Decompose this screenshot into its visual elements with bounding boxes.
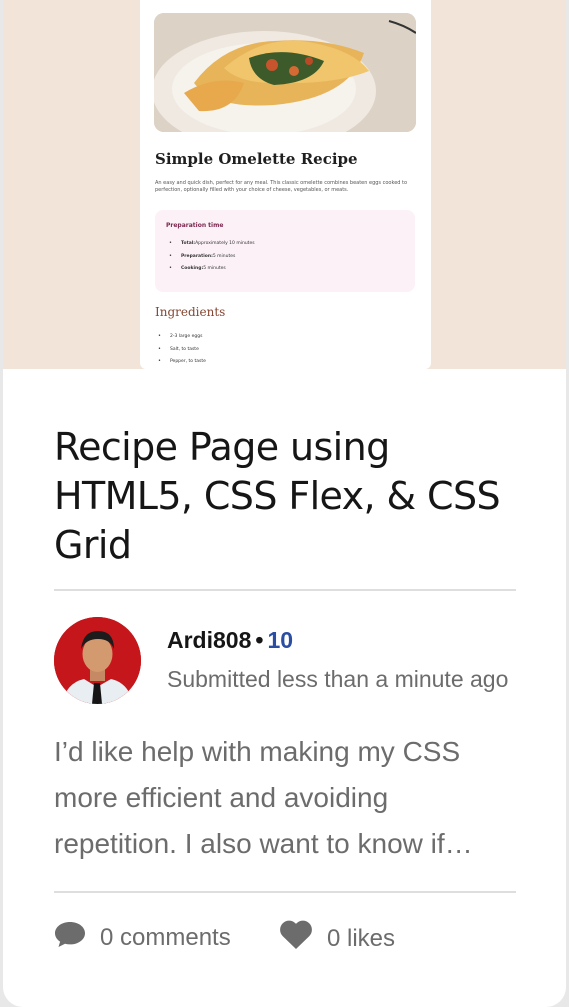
- author-name[interactable]: Ardi808: [167, 627, 251, 653]
- list-item: 2-3 large eggs: [155, 333, 206, 347]
- author-line: Ardi808 • 10: [167, 627, 293, 654]
- comment-icon: [54, 920, 100, 955]
- solution-thumbnail[interactable]: Simple Omelette Recipe An easy and quick…: [3, 0, 566, 369]
- solution-description: I’d like help with making my CSS more ef…: [54, 736, 461, 859]
- divider: [54, 891, 516, 893]
- list-item: Pepper, to taste: [155, 358, 206, 369]
- recipe-intro: An easy and quick dish, perfect for any …: [155, 180, 408, 193]
- list-item: Salt, to taste: [155, 346, 206, 360]
- list-item: Preparation:5 minutes: [166, 253, 255, 267]
- list-item: Cooking:5 minutes: [166, 265, 255, 279]
- submitted-time: Submitted less than a minute ago: [167, 666, 509, 692]
- separator: •: [255, 627, 264, 653]
- divider: [54, 589, 516, 591]
- recipe-title: Simple Omelette Recipe: [155, 150, 358, 168]
- comments-stat[interactable]: 0 comments: [54, 920, 231, 955]
- author-score: 10: [267, 627, 294, 653]
- list-item: Total:Approximately 10 minutes: [166, 240, 255, 254]
- omelette-photo: [154, 13, 416, 132]
- solution-card[interactable]: Simple Omelette Recipe An easy and quick…: [3, 0, 566, 1007]
- avatar[interactable]: [54, 617, 141, 704]
- ingredients-list: 2-3 large eggs Salt, to taste Pepper, to…: [155, 333, 206, 369]
- comments-count: 0 comments: [100, 923, 231, 951]
- ingredients-title: Ingredients: [155, 305, 226, 319]
- likes-stat[interactable]: 0 likes: [279, 920, 395, 957]
- likes-count: 0 likes: [327, 924, 396, 952]
- preparation-list: Total:Approximately 10 minutes Preparati…: [166, 240, 255, 279]
- heart-icon: [279, 920, 327, 957]
- solution-title[interactable]: Recipe Page using HTML5, CSS Flex, & CSS…: [54, 423, 524, 570]
- preparation-title: Preparation time: [166, 222, 224, 229]
- preparation-box: Preparation time Total:Approximately 10 …: [155, 210, 415, 292]
- recipe-preview: Simple Omelette Recipe An easy and quick…: [140, 0, 431, 369]
